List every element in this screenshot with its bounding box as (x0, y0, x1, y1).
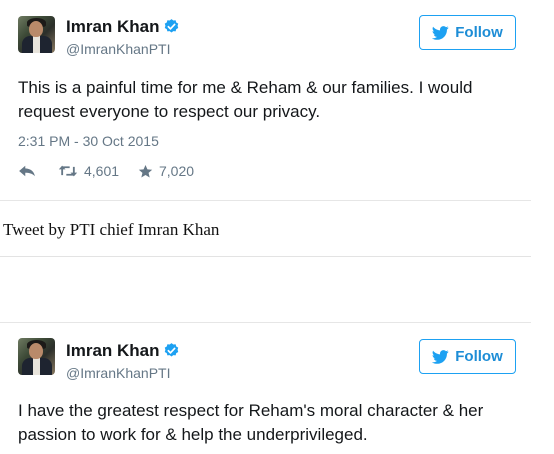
follow-button[interactable]: Follow (419, 339, 516, 374)
avatar[interactable] (18, 338, 55, 375)
tweet-text: I have the greatest respect for Reham's … (18, 399, 508, 447)
tweet-card: Imran Khan @ImranKhanPTI Follow This is … (0, 0, 531, 201)
retweet-button[interactable]: 4,601 (58, 163, 138, 179)
author-handle[interactable]: @ImranKhanPTI (66, 365, 170, 381)
follow-button[interactable]: Follow (419, 15, 516, 50)
reply-button[interactable] (18, 164, 58, 178)
avatar[interactable] (18, 16, 55, 53)
retweet-count: 4,601 (84, 163, 120, 179)
like-count: 7,020 (159, 163, 195, 179)
tweet-timestamp[interactable]: 2:31 PM - 30 Oct 2015 (18, 133, 159, 149)
tweet-text-line: passion to work for & help the underpriv… (18, 425, 368, 444)
verified-badge-icon (164, 343, 179, 357)
image-caption: Tweet by PTI chief Imran Khan (3, 220, 220, 239)
author-name[interactable]: Imran Khan (66, 17, 160, 37)
divider (0, 256, 531, 257)
follow-label: Follow (455, 24, 503, 41)
star-icon (138, 164, 153, 177)
twitter-bird-icon (432, 349, 449, 364)
tweet-actions: 4,601 7,020 (18, 163, 194, 179)
author-handle[interactable]: @ImranKhanPTI (66, 41, 170, 57)
author-name[interactable]: Imran Khan (66, 341, 160, 361)
twitter-bird-icon (432, 25, 449, 40)
follow-label: Follow (455, 348, 503, 365)
tweet-text-line: request everyone to respect our privacy. (18, 102, 321, 121)
tweet-text-line: I have the greatest respect for Reham's … (18, 401, 484, 420)
like-button[interactable]: 7,020 (138, 163, 194, 179)
reply-icon (19, 165, 35, 177)
tweet-card: Imran Khan @ImranKhanPTI Follow I have t… (0, 322, 531, 454)
tweet-text: This is a painful time for me & Reham & … (18, 76, 508, 124)
retweet-icon (58, 165, 78, 177)
tweet-text-line: This is a painful time for me & Reham & … (18, 78, 473, 97)
verified-badge-icon (164, 19, 179, 33)
